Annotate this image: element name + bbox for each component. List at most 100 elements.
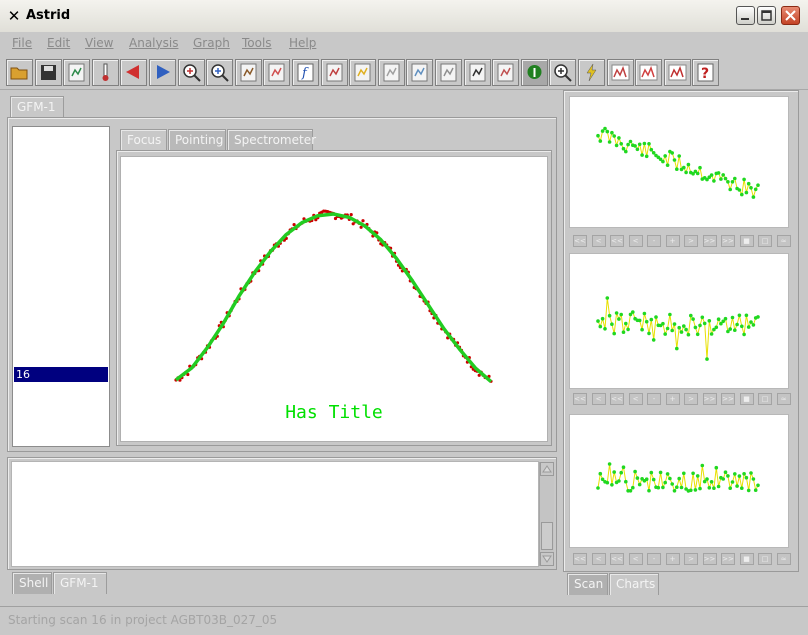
tab-focus[interactable]: Focus	[120, 129, 167, 151]
chart-nav-button[interactable]: >	[684, 235, 698, 247]
menu-file[interactable]: File	[12, 36, 32, 50]
erase-tool-button[interactable]	[492, 59, 520, 86]
tab-gfm-1-bottom[interactable]: GFM-1	[53, 572, 107, 594]
chart-nav-button[interactable]: -	[647, 235, 661, 247]
scan-list[interactable]	[12, 126, 110, 447]
tab-scan[interactable]: Scan	[567, 573, 608, 595]
chart-nav-button[interactable]: >>	[702, 393, 717, 405]
series-point	[742, 472, 746, 476]
chart-nav-button[interactable]: >>	[702, 553, 717, 565]
tab-charts[interactable]: Charts	[609, 573, 659, 595]
fit-tool-button[interactable]	[320, 59, 348, 86]
open-folder-tool-button[interactable]	[6, 59, 33, 86]
chart-nav-button[interactable]: □	[758, 553, 772, 565]
spectrum-tool-button[interactable]	[635, 59, 663, 86]
chart-nav-button[interactable]: <<	[610, 235, 624, 247]
title-tool-button[interactable]	[377, 59, 405, 86]
function-tool-button[interactable]: f	[292, 59, 319, 86]
tab-pointing[interactable]: Pointing	[168, 129, 226, 151]
chart-nav-button[interactable]: ■	[739, 235, 754, 247]
tab-spectrometer[interactable]: Spectrometer	[227, 129, 316, 151]
help-icon: ?	[697, 63, 714, 82]
chart-nav-button[interactable]: <	[628, 553, 643, 565]
shell-output[interactable]	[11, 461, 539, 567]
arrow-left-tool-button[interactable]	[120, 59, 148, 86]
chart-nav-button[interactable]: <<	[610, 553, 624, 565]
chart-nav-button[interactable]: -	[647, 393, 661, 405]
menu-view[interactable]: View	[85, 36, 113, 50]
info-tool-button[interactable]	[520, 59, 548, 86]
scroll-thumb[interactable]	[541, 522, 553, 550]
chart-nav-button[interactable]: ≈	[776, 393, 791, 405]
scan-list-item[interactable]: 16	[14, 367, 108, 382]
series-point	[728, 327, 732, 331]
chart-nav-button[interactable]: +	[665, 393, 680, 405]
series-point	[642, 311, 647, 316]
chart-nav-button[interactable]: <<	[610, 393, 624, 405]
menu-help[interactable]: Help	[289, 36, 316, 50]
lightning-tool-button[interactable]	[578, 59, 605, 86]
chart-nav-button[interactable]: <	[591, 393, 606, 405]
arrow-right-tool-button[interactable]	[149, 59, 176, 86]
menu-graph[interactable]: Graph	[193, 36, 230, 50]
series-point	[746, 325, 751, 329]
minimize-button[interactable]	[736, 6, 755, 25]
chart-nav-button[interactable]: -	[647, 553, 661, 565]
chart-nav-button[interactable]: ■	[739, 553, 754, 565]
tab-gfm-1-top[interactable]: GFM-1	[10, 96, 64, 118]
arrow-down-icon	[542, 555, 552, 563]
menu-edit[interactable]: Edit	[47, 36, 70, 50]
chart-nav-button[interactable]: >	[684, 393, 698, 405]
close-button[interactable]	[781, 6, 800, 25]
chart-nav-button[interactable]: +	[665, 235, 680, 247]
annotate-tool-button[interactable]	[349, 59, 377, 86]
brush-tool-button[interactable]	[234, 59, 262, 86]
chart-nav-button[interactable]: >>	[721, 553, 735, 565]
baseline-tool-button[interactable]	[606, 59, 634, 86]
zoom-tool-button[interactable]	[549, 59, 577, 86]
chart-nav-button[interactable]: >>	[721, 235, 735, 247]
chart-nav-button[interactable]: <<	[573, 235, 587, 247]
edit-tool-button[interactable]	[406, 59, 434, 86]
chart-nav-button[interactable]: <	[591, 553, 606, 565]
chart-nav-button[interactable]: >>	[702, 235, 717, 247]
chart-nav-button[interactable]: >>	[721, 393, 735, 405]
menu-analysis[interactable]: Analysis	[129, 36, 178, 50]
chart-nav-button[interactable]: <<	[573, 553, 587, 565]
chart-nav-button[interactable]: <<	[573, 393, 587, 405]
chart-nav-button[interactable]: □	[758, 235, 772, 247]
menu-tools[interactable]: Tools	[242, 36, 272, 50]
chart-nav-button[interactable]: □	[758, 393, 772, 405]
chart-nav-button[interactable]: >	[684, 553, 698, 565]
shell-scrollbar[interactable]	[539, 462, 554, 566]
scroll-down-button[interactable]	[540, 552, 554, 566]
help-tool-button[interactable]: ?	[692, 59, 720, 86]
series-point	[691, 317, 695, 321]
chart-nav-button[interactable]: <	[628, 393, 643, 405]
series-point	[647, 488, 651, 493]
chart-nav-button[interactable]: +	[665, 553, 680, 565]
chart-nav-button[interactable]: ■	[739, 393, 754, 405]
cursor-tool-button[interactable]	[463, 59, 491, 86]
chart-nav-button[interactable]: <	[591, 235, 606, 247]
chart-nav-button[interactable]: ≈	[776, 553, 791, 565]
zoom-target-tool-button[interactable]	[177, 59, 205, 86]
chart-1-nav: << < << < - + > >> >> ■ □ ≈	[573, 235, 791, 247]
print-tool-button[interactable]	[435, 59, 462, 86]
series-point	[693, 325, 698, 330]
bar-chart-tool-button[interactable]	[663, 59, 691, 86]
series-point	[689, 488, 693, 493]
save-disk-tool-button[interactable]	[34, 59, 62, 86]
series-point	[712, 486, 716, 490]
chart-nav-button[interactable]: <	[628, 235, 643, 247]
thermometer-tool-button[interactable]	[91, 59, 119, 86]
scroll-up-button[interactable]	[540, 462, 554, 476]
chart-nav-button[interactable]: ≈	[776, 235, 791, 247]
plot-tool-button[interactable]	[263, 59, 291, 86]
series-point	[610, 483, 614, 487]
maximize-button[interactable]	[757, 6, 776, 25]
tab-shell[interactable]: Shell	[12, 572, 52, 594]
zoom-select-tool-button[interactable]	[206, 59, 234, 86]
focus-chart: Has Title	[174, 209, 493, 423]
export-tool-button[interactable]	[63, 59, 91, 86]
